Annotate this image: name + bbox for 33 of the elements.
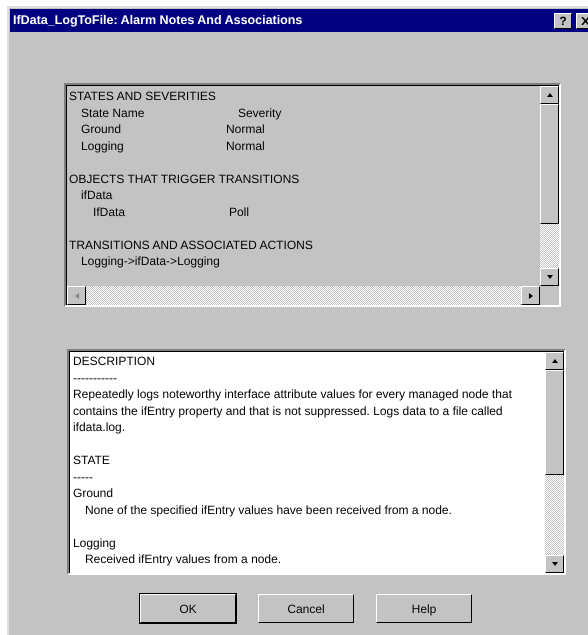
column-header: Severity: [237, 104, 282, 121]
section-heading: DESCRIPTION: [73, 353, 156, 370]
vertical-scrollbar[interactable]: [540, 86, 559, 286]
help-button[interactable]: ?: [554, 12, 572, 28]
section-heading: STATES AND SEVERITIES: [69, 88, 217, 104]
section-heading: OBJECTS THAT TRIGGER TRANSITIONS: [69, 170, 300, 187]
dialog-button[interactable]: Help: [376, 594, 472, 623]
state-description: Received ifEntry values from a node.: [84, 551, 282, 568]
state-description: None of the specified ifEntry values have been received from a node.: [84, 502, 453, 518]
vertical-scrollbar[interactable]: [545, 352, 564, 573]
dialog-button[interactable]: OK: [140, 594, 236, 623]
state-name: Ground: [73, 485, 114, 502]
state-name: Logging: [73, 534, 117, 551]
table-cell-text: Ground: [81, 121, 122, 138]
scrollbar-thumb[interactable]: [540, 104, 559, 224]
tree-item: ifData: [80, 187, 114, 204]
transition-item: Logging->ifData->Logging: [80, 253, 221, 270]
table-cell: Normal: [226, 121, 265, 138]
description-paragraph: Repeatedly logs noteworthy interface attribute values for every managed node that contains the ifEntry property and that is not suppressed. Logs data to a file called ifdata.log.: [73, 386, 513, 436]
dashed-rule-text: -----------: [73, 370, 118, 386]
close-icon: [580, 16, 588, 24]
table-cell-text: Logging: [81, 138, 125, 154]
dialog-button[interactable]: Cancel: [258, 594, 354, 623]
section-heading: TRANSITIONS AND ASSOCIATED ACTIONS: [69, 236, 314, 253]
horizontal-scrollbar[interactable]: [67, 286, 540, 305]
column-header: State Name: [81, 104, 146, 121]
dashed-rule-text: -----: [73, 468, 94, 485]
window-title: IfData_LogToFile: Alarm Notes And Associations: [13, 12, 304, 30]
scrollbar-thumb[interactable]: [545, 370, 564, 475]
table-cell: Normal: [226, 138, 265, 154]
section-heading: STATE: [73, 452, 111, 468]
tree-item-value: Poll: [229, 204, 250, 220]
tree-item: IfData: [93, 204, 126, 220]
